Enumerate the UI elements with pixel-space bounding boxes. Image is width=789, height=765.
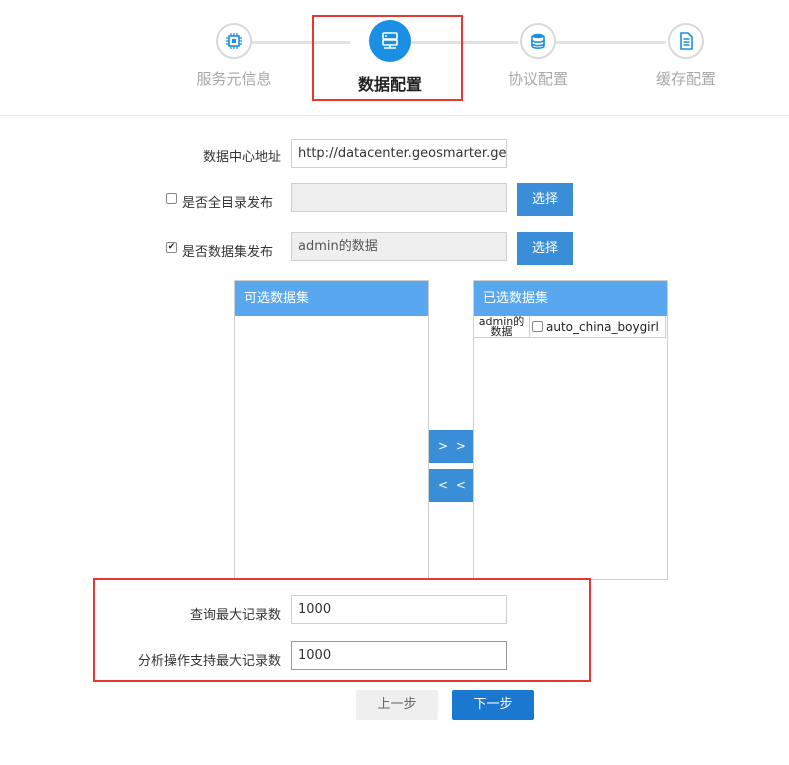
step-label: 缓存配置 [655, 70, 716, 88]
dataset-group-label: admin的 数据 [474, 316, 530, 337]
full-catalog-checkbox[interactable] [166, 193, 177, 204]
datacenter-label: 数据中心地址 [202, 150, 281, 165]
dataset-publish-checkbox[interactable]: ✔ [166, 242, 177, 253]
step-service-metadata[interactable]: 服务元信息 [164, 20, 304, 89]
dataset-item[interactable]: auto_china_boygirl [530, 316, 666, 337]
step-label: 服务元信息 [196, 70, 272, 88]
step-protocol-config[interactable]: 协议配置 [468, 20, 608, 89]
available-datasets-panel[interactable]: 可选数据集 [234, 280, 429, 580]
selected-datasets-panel[interactable]: 已选数据集 admin的 数据 auto_china_boygirl [473, 280, 668, 580]
step-cache-config[interactable]: 缓存配置 [616, 20, 756, 89]
full-catalog-input[interactable] [291, 183, 507, 212]
datacenter-url-input[interactable]: http://datacenter.geosmarter.geo [291, 139, 507, 168]
chip-icon [216, 23, 252, 59]
highlight-frame [93, 578, 591, 682]
selected-datasets-header: 已选数据集 [474, 281, 667, 316]
dataset-publish-label: 是否数据集发布 [182, 245, 274, 260]
highlight-frame [312, 15, 463, 101]
move-right-button[interactable]: > > [429, 430, 477, 463]
list-item[interactable]: admin的 数据 auto_china_boygirl [474, 316, 666, 338]
database-icon [520, 23, 556, 59]
available-datasets-header: 可选数据集 [235, 281, 428, 316]
prev-step-button[interactable]: 上一步 [356, 690, 438, 720]
full-catalog-label: 是否全目录发布 [182, 196, 274, 211]
dataset-publish-input[interactable]: admin的数据 [291, 232, 507, 261]
document-icon [668, 23, 704, 59]
full-catalog-select-button[interactable]: 选择 [517, 183, 573, 216]
dataset-item-name: auto_china_boygirl [546, 319, 659, 334]
dataset-select-button[interactable]: 选择 [517, 232, 573, 265]
move-left-button[interactable]: < < [429, 469, 477, 502]
step-label: 协议配置 [507, 70, 568, 88]
next-step-button[interactable]: 下一步 [452, 690, 534, 720]
dataset-item-checkbox[interactable] [532, 321, 543, 332]
